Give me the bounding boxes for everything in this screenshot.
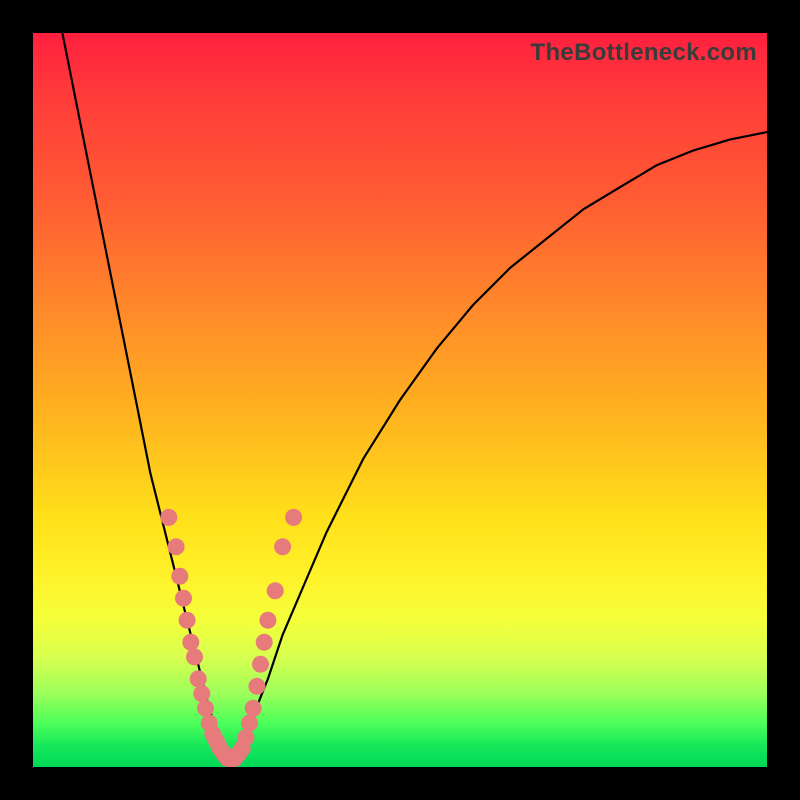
sample-point [186,648,203,665]
sample-point [168,538,185,555]
sample-point [252,656,269,673]
sample-point [171,568,188,585]
plot-area: TheBottleneck.com [33,33,767,767]
chart-overlay-svg [33,33,767,767]
sample-point [179,612,196,629]
sample-point [267,582,284,599]
sample-point [285,509,302,526]
sample-point [197,700,214,717]
sample-point [248,678,265,695]
sample-point [182,634,199,651]
sample-point [193,685,210,702]
sample-point [245,700,262,717]
bottleneck-curve [62,33,767,767]
sample-point [175,590,192,607]
outer-frame: TheBottleneck.com [0,0,800,800]
sample-point [256,634,273,651]
sample-point [160,509,177,526]
sample-point [237,729,254,746]
sample-point [190,670,207,687]
sample-point [241,715,258,732]
sample-point [259,612,276,629]
sample-point [274,538,291,555]
